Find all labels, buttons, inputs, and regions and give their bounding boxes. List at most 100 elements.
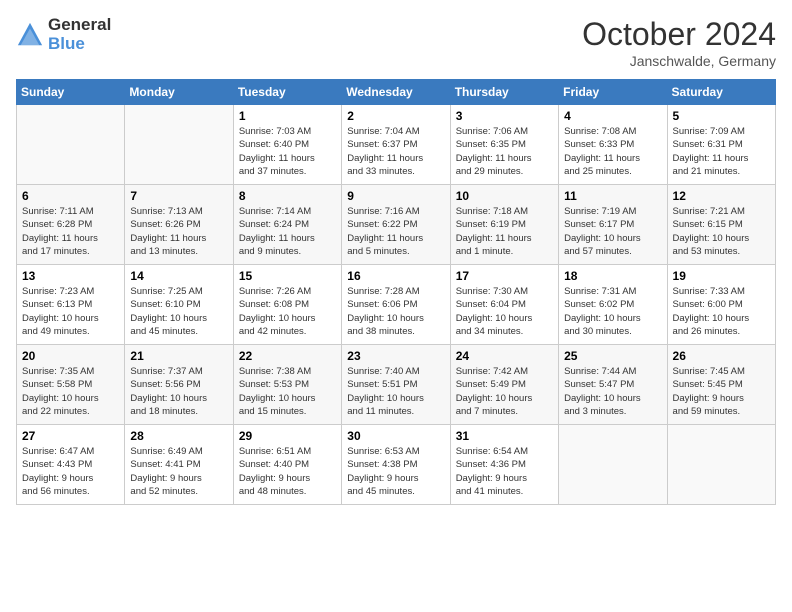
day-info: Sunrise: 7:26 AMSunset: 6:08 PMDaylight:… [239, 285, 336, 338]
calendar-cell: 26 Sunrise: 7:45 AMSunset: 5:45 PMDayligh… [667, 345, 775, 425]
day-number: 10 [456, 189, 553, 203]
calendar-cell: 17 Sunrise: 7:30 AMSunset: 6:04 PMDayligh… [450, 265, 558, 345]
calendar-cell: 4 Sunrise: 7:08 AMSunset: 6:33 PMDaylight… [559, 105, 667, 185]
calendar-cell: 20 Sunrise: 7:35 AMSunset: 5:58 PMDayligh… [17, 345, 125, 425]
day-number: 12 [673, 189, 770, 203]
day-number: 6 [22, 189, 119, 203]
calendar-cell [559, 425, 667, 505]
day-number: 18 [564, 269, 661, 283]
day-number: 20 [22, 349, 119, 363]
page-header: General Blue October 2024 Janschwalde, G… [16, 16, 776, 69]
day-info: Sunrise: 7:19 AMSunset: 6:17 PMDaylight:… [564, 205, 661, 258]
weekday-header: Sunday [17, 80, 125, 105]
weekday-header: Thursday [450, 80, 558, 105]
calendar-cell: 28Sunrise: 6:49 AMSunset: 4:41 PMDayligh… [125, 425, 233, 505]
calendar-cell: 9 Sunrise: 7:16 AMSunset: 6:22 PMDaylight… [342, 185, 450, 265]
weekday-header: Friday [559, 80, 667, 105]
calendar-cell [125, 105, 233, 185]
calendar-cell: 1Sunrise: 7:03 AMSunset: 6:40 PMDaylight… [233, 105, 341, 185]
day-info: Sunrise: 7:04 AMSunset: 6:37 PMDaylight:… [347, 125, 444, 178]
day-info: Sunrise: 6:51 AMSunset: 4:40 PMDaylight:… [239, 445, 336, 498]
calendar-cell: 22 Sunrise: 7:38 AMSunset: 5:53 PMDayligh… [233, 345, 341, 425]
day-info: Sunrise: 6:54 AMSunset: 4:36 PMDaylight:… [456, 445, 553, 498]
weekday-header: Saturday [667, 80, 775, 105]
day-number: 3 [456, 109, 553, 123]
day-info: Sunrise: 7:25 AMSunset: 6:10 PMDaylight:… [130, 285, 227, 338]
calendar-cell: 21 Sunrise: 7:37 AMSunset: 5:56 PMDayligh… [125, 345, 233, 425]
weekday-header: Monday [125, 80, 233, 105]
calendar-cell [667, 425, 775, 505]
day-number: 16 [347, 269, 444, 283]
day-number: 31 [456, 429, 553, 443]
day-info: Sunrise: 7:30 AMSunset: 6:04 PMDaylight:… [456, 285, 553, 338]
calendar-cell: 30 Sunrise: 6:53 AMSunset: 4:38 PMDayligh… [342, 425, 450, 505]
day-number: 2 [347, 109, 444, 123]
calendar-cell: 25Sunrise: 7:44 AMSunset: 5:47 PMDayligh… [559, 345, 667, 425]
day-info: Sunrise: 6:53 AMSunset: 4:38 PMDaylight:… [347, 445, 444, 498]
calendar-cell: 8 Sunrise: 7:14 AMSunset: 6:24 PMDaylight… [233, 185, 341, 265]
calendar-cell: 2 Sunrise: 7:04 AMSunset: 6:37 PMDaylight… [342, 105, 450, 185]
day-info: Sunrise: 7:45 AMSunset: 5:45 PMDaylight:… [673, 365, 770, 418]
calendar-table: SundayMondayTuesdayWednesdayThursdayFrid… [16, 79, 776, 505]
location-subtitle: Janschwalde, Germany [582, 53, 776, 69]
day-number: 29 [239, 429, 336, 443]
day-number: 17 [456, 269, 553, 283]
day-info: Sunrise: 7:16 AMSunset: 6:22 PMDaylight:… [347, 205, 444, 258]
calendar-cell: 3 Sunrise: 7:06 AMSunset: 6:35 PMDaylight… [450, 105, 558, 185]
day-number: 7 [130, 189, 227, 203]
calendar-header: SundayMondayTuesdayWednesdayThursdayFrid… [17, 80, 776, 105]
day-info: Sunrise: 7:09 AMSunset: 6:31 PMDaylight:… [673, 125, 770, 178]
day-info: Sunrise: 7:40 AMSunset: 5:51 PMDaylight:… [347, 365, 444, 418]
day-info: Sunrise: 7:08 AMSunset: 6:33 PMDaylight:… [564, 125, 661, 178]
calendar-cell: 6Sunrise: 7:11 AMSunset: 6:28 PMDaylight… [17, 185, 125, 265]
day-number: 22 [239, 349, 336, 363]
day-number: 30 [347, 429, 444, 443]
calendar-cell: 10 Sunrise: 7:18 AMSunset: 6:19 PMDayligh… [450, 185, 558, 265]
day-number: 1 [239, 109, 336, 123]
logo: General Blue [16, 16, 111, 53]
day-number: 11 [564, 189, 661, 203]
calendar-cell [17, 105, 125, 185]
calendar-cell: 27 Sunrise: 6:47 AMSunset: 4:43 PMDayligh… [17, 425, 125, 505]
day-number: 9 [347, 189, 444, 203]
day-info: Sunrise: 7:42 AMSunset: 5:49 PMDaylight:… [456, 365, 553, 418]
calendar-cell: 5 Sunrise: 7:09 AMSunset: 6:31 PMDaylight… [667, 105, 775, 185]
day-info: Sunrise: 6:47 AMSunset: 4:43 PMDaylight:… [22, 445, 119, 498]
day-info: Sunrise: 7:35 AMSunset: 5:58 PMDaylight:… [22, 365, 119, 418]
day-number: 23 [347, 349, 444, 363]
weekday-header: Tuesday [233, 80, 341, 105]
day-number: 27 [22, 429, 119, 443]
day-info: Sunrise: 7:37 AMSunset: 5:56 PMDaylight:… [130, 365, 227, 418]
logo-icon [16, 21, 44, 49]
day-number: 21 [130, 349, 227, 363]
day-number: 14 [130, 269, 227, 283]
day-info: Sunrise: 7:33 AMSunset: 6:00 PMDaylight:… [673, 285, 770, 338]
day-number: 24 [456, 349, 553, 363]
day-info: Sunrise: 7:21 AMSunset: 6:15 PMDaylight:… [673, 205, 770, 258]
calendar-cell: 7 Sunrise: 7:13 AMSunset: 6:26 PMDaylight… [125, 185, 233, 265]
weekday-header: Wednesday [342, 80, 450, 105]
title-block: October 2024 Janschwalde, Germany [582, 16, 776, 69]
day-number: 8 [239, 189, 336, 203]
day-info: Sunrise: 7:18 AMSunset: 6:19 PMDaylight:… [456, 205, 553, 258]
calendar-cell: 13 Sunrise: 7:23 AMSunset: 6:13 PMDayligh… [17, 265, 125, 345]
day-number: 19 [673, 269, 770, 283]
calendar-cell: 11 Sunrise: 7:19 AMSunset: 6:17 PMDayligh… [559, 185, 667, 265]
month-title: October 2024 [582, 16, 776, 53]
day-info: Sunrise: 7:38 AMSunset: 5:53 PMDaylight:… [239, 365, 336, 418]
day-number: 15 [239, 269, 336, 283]
calendar-cell: 15 Sunrise: 7:26 AMSunset: 6:08 PMDayligh… [233, 265, 341, 345]
day-info: Sunrise: 7:14 AMSunset: 6:24 PMDaylight:… [239, 205, 336, 258]
day-number: 13 [22, 269, 119, 283]
calendar-cell: 14 Sunrise: 7:25 AMSunset: 6:10 PMDayligh… [125, 265, 233, 345]
day-info: Sunrise: 7:28 AMSunset: 6:06 PMDaylight:… [347, 285, 444, 338]
day-number: 26 [673, 349, 770, 363]
day-info: Sunrise: 7:13 AMSunset: 6:26 PMDaylight:… [130, 205, 227, 258]
day-number: 5 [673, 109, 770, 123]
calendar-cell: 16 Sunrise: 7:28 AMSunset: 6:06 PMDayligh… [342, 265, 450, 345]
day-info: Sunrise: 7:06 AMSunset: 6:35 PMDaylight:… [456, 125, 553, 178]
day-info: Sunrise: 7:44 AMSunset: 5:47 PMDaylight:… [564, 365, 661, 418]
day-info: Sunrise: 7:23 AMSunset: 6:13 PMDaylight:… [22, 285, 119, 338]
day-number: 4 [564, 109, 661, 123]
day-info: Sunrise: 7:31 AMSunset: 6:02 PMDaylight:… [564, 285, 661, 338]
